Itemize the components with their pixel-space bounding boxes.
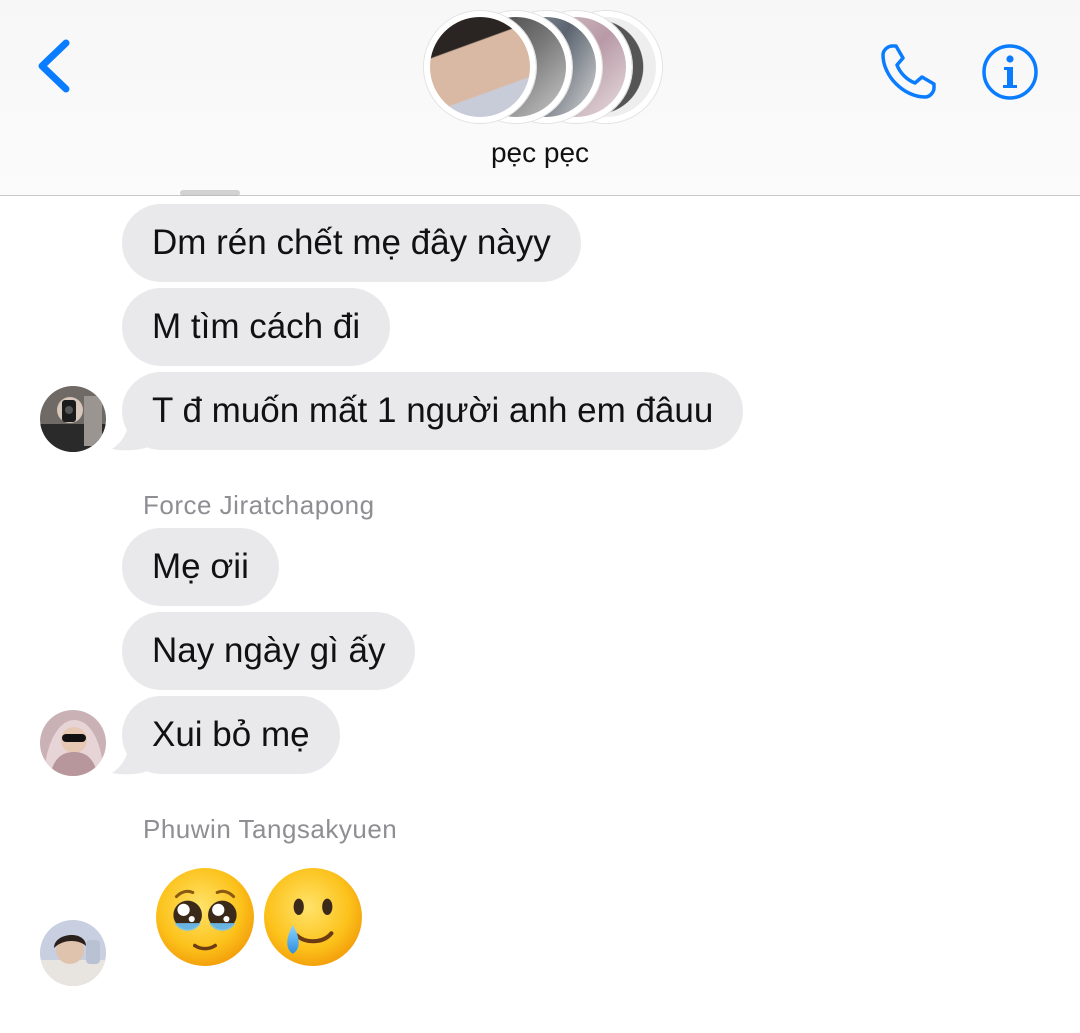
message-bubble[interactable]: Mẹ ơii [122, 528, 279, 606]
info-button[interactable] [980, 42, 1040, 102]
group-title[interactable]: pẹc pẹc [0, 137, 1080, 169]
info-icon [982, 44, 1038, 100]
sender-name: Force Jiratchapong [143, 490, 375, 520]
sender-avatar[interactable] [40, 920, 106, 986]
previous-sender-label-clipped [180, 190, 240, 196]
back-button[interactable] [30, 35, 80, 97]
chevron-left-icon [38, 39, 70, 93]
group-member-avatar [424, 11, 536, 123]
message-bubble[interactable]: M tìm cách đi [122, 288, 391, 366]
sender-name: Phuwin Tangsakyuen [143, 814, 398, 844]
message-bubble[interactable]: Dm rén chết mẹ đây nàyy [122, 204, 581, 282]
phone-icon [881, 44, 936, 99]
smiling-face-with-tear-emoji[interactable] [262, 866, 364, 968]
message-bubble[interactable]: T đ muốn mất 1 người anh em đâuu [122, 372, 744, 450]
group-avatar-stack[interactable] [420, 5, 662, 123]
sender-avatar[interactable] [40, 710, 106, 776]
message-bubble[interactable]: Xui bỏ mẹ [122, 696, 340, 774]
pleading-face-with-tears-emoji[interactable] [154, 866, 256, 968]
chat-header: pẹc pẹc [0, 0, 1080, 196]
message-bubble[interactable]: Nay ngày gì ấy [122, 612, 416, 690]
call-button[interactable] [878, 40, 940, 102]
sender-avatar[interactable] [40, 386, 106, 452]
